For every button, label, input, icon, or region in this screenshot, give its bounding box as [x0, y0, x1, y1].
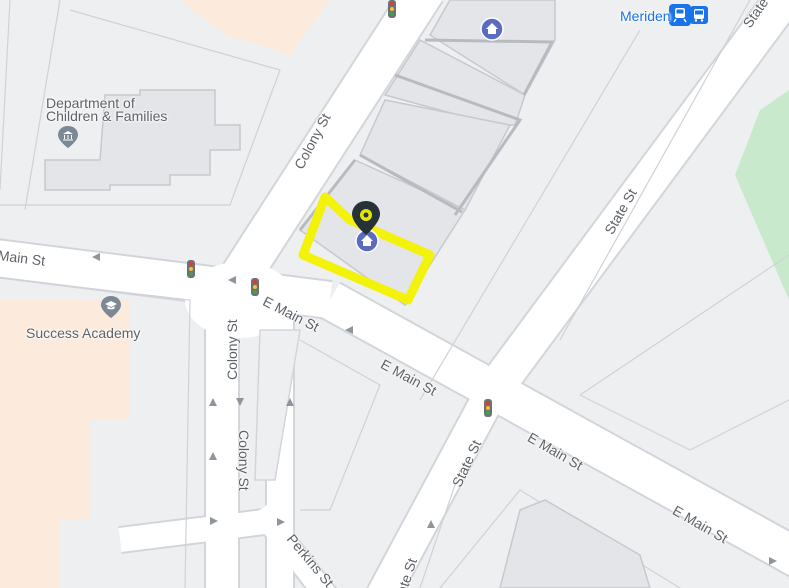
street-label-colony-st: Colony St	[224, 319, 240, 380]
home-icon[interactable]	[480, 17, 504, 41]
park-area	[735, 90, 789, 300]
government-building-icon[interactable]	[58, 126, 78, 148]
map-base-layer	[0, 0, 789, 588]
commercial-area-top	[180, 0, 330, 55]
street-label-colony-st: Colony St	[236, 430, 252, 491]
school-icon[interactable]	[101, 296, 121, 318]
transit-label-meriden[interactable]: Meriden	[620, 8, 671, 24]
traffic-light-icon	[484, 399, 492, 417]
location-pin-icon[interactable]	[350, 200, 382, 236]
map-view[interactable]: Main St E Main St E Main St E Main St E …	[0, 0, 789, 588]
poi-label-success-academy[interactable]: Success Academy	[26, 325, 140, 341]
commercial-area	[0, 300, 130, 588]
train-icon[interactable]	[669, 4, 691, 26]
poi-label-dcf-line2[interactable]: Children & Families	[46, 108, 167, 124]
traffic-light-icon	[187, 260, 195, 278]
traffic-light-icon	[388, 0, 396, 18]
traffic-light-icon	[251, 278, 259, 296]
bus-icon[interactable]	[690, 6, 708, 24]
